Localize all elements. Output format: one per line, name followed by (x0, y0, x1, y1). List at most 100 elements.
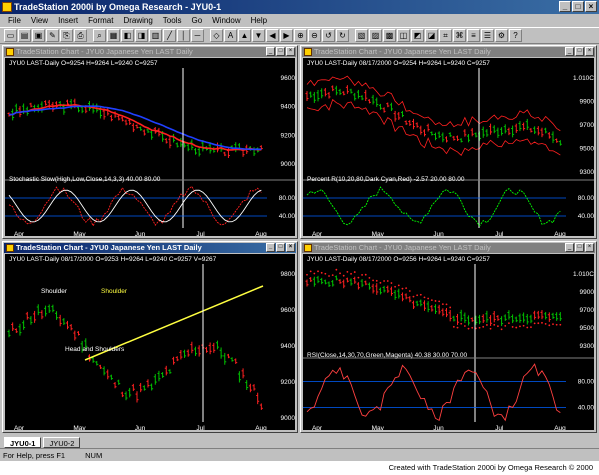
split-left-icon[interactable]: ◧ (121, 29, 134, 42)
menu-file[interactable]: File (3, 14, 26, 27)
parabolic-sar-dot (500, 328, 503, 331)
menu-format[interactable]: Format (83, 14, 118, 27)
arrow-up-icon[interactable]: ▲ (238, 29, 251, 42)
grid-icon[interactable]: ▦ (107, 29, 120, 42)
chart-window-title-text: TradeStation Chart - JYU0 Japanese Yen L… (314, 47, 491, 56)
menu-insert[interactable]: Insert (53, 14, 83, 27)
find-icon[interactable]: ⌕ (93, 29, 106, 42)
zoom-out-icon[interactable]: ⊖ (308, 29, 321, 42)
menu-help[interactable]: Help (246, 14, 272, 27)
price-chart-area[interactable]: 1.010C 9900 9700 9500 9300 80.00 40.00 Apr May Ju… (303, 58, 594, 236)
parabolic-sar-dot (342, 274, 345, 277)
chart-window-title[interactable]: TradeStation Chart - JYU0 Japanese Yen L… (4, 47, 296, 57)
text-icon[interactable]: A (224, 29, 237, 42)
window-close-button[interactable]: × (286, 47, 295, 56)
help-icon[interactable]: ? (509, 29, 522, 42)
window-minimize-button[interactable]: _ (565, 47, 574, 56)
command-icon[interactable]: ⌘ (453, 29, 466, 42)
window-minimize-button[interactable]: _ (565, 243, 574, 252)
trendline-icon[interactable]: ╱ (163, 29, 176, 42)
indicator-label: Stochastic Slow(High,Low,Close,14,3,3) 4… (9, 176, 161, 183)
tab-jyu0-2[interactable]: JYU0-2 (43, 437, 81, 448)
window-maximize-button[interactable]: □ (575, 243, 584, 252)
close-button[interactable]: × (585, 1, 597, 12)
workspace-tabs: JYU0-1 JYU0-2 (0, 434, 599, 448)
axis-label: 9900 (580, 99, 594, 106)
cascade-icon[interactable]: ◪ (425, 29, 438, 42)
minimize-button[interactable]: _ (559, 1, 571, 12)
arrow-left-icon[interactable]: ◀ (266, 29, 279, 42)
parabolic-sar-dot (339, 272, 341, 275)
chart-window-stochastic[interactable]: TradeStation Chart - JYU0 Japanese Yen L… (2, 45, 298, 239)
split-right-icon[interactable]: ◨ (135, 29, 148, 42)
toolbar: ▭ ▤ ▣ ✎ ⎘ ⎙ ⌕ ▦ ◧ ◨ ▥ ╱ │ ─ ◇ A ▲ ▼ ◀ ▶ ⊕ ⊖ ↺ ↻ ▧ ▨ ▩ ◫ ◩ ◪ ⌗ ⌘ ≡ ☰ ⚙? (0, 27, 599, 44)
print-icon[interactable]: ✎ (46, 29, 59, 42)
undo-icon[interactable]: ↺ (322, 29, 335, 42)
menu-icon[interactable]: ≡ (467, 29, 480, 42)
copy-icon[interactable]: ⎘ (60, 29, 73, 42)
fill-icon[interactable]: ▨ (369, 29, 382, 42)
bars-icon[interactable]: ▥ (149, 29, 162, 42)
window-close-button[interactable]: × (585, 47, 594, 56)
horizontal-line-icon[interactable]: ─ (191, 29, 204, 42)
price-header: JYU0 LAST-Daily 08/17/2000 O=9254 H=9264… (307, 60, 490, 67)
price-chart-area[interactable]: 9600 9400 9200 9000 80.00 40.00 Apr May Jun Jul Au… (5, 58, 295, 236)
chart-window-title[interactable]: TradeStation Chart - JYU0 Japanese Yen L… (4, 243, 296, 253)
parabolic-sar-dot (419, 293, 422, 296)
tile-icon[interactable]: ◩ (411, 29, 424, 42)
pattern-icon[interactable]: ▧ (355, 29, 368, 42)
menu-view[interactable]: View (26, 14, 53, 27)
tab-jyu0-1[interactable]: JYU0-1 (4, 437, 42, 448)
list-icon[interactable]: ☰ (481, 29, 494, 42)
window-minimize-button[interactable]: _ (266, 243, 275, 252)
window-close-button[interactable]: × (286, 243, 295, 252)
window-icon[interactable]: ◫ (397, 29, 410, 42)
settings-icon[interactable]: ⚙ (495, 29, 508, 42)
hash-icon[interactable]: ⌗ (439, 29, 452, 42)
paste-icon[interactable]: ⎙ (74, 29, 87, 42)
chart-window-rsi[interactable]: TradeStation Chart - JYU0 Japanese Yen L… (300, 241, 597, 433)
date-label: May (73, 425, 86, 430)
maximize-button[interactable]: □ (572, 1, 584, 12)
vertical-line-icon[interactable]: │ (177, 29, 190, 42)
parabolic-sar-dot (364, 273, 367, 276)
chart-window-title[interactable]: TradeStation Chart - JYU0 Japanese Yen L… (302, 47, 595, 57)
new-icon[interactable]: ▭ (4, 29, 17, 42)
right-shoulder-label: Shoulder (101, 288, 128, 295)
parabolic-sar-dot (317, 270, 319, 273)
moving-average-slow (8, 105, 262, 151)
parabolic-sar-dot (324, 272, 327, 275)
arrow-right-icon[interactable]: ▶ (280, 29, 293, 42)
chart-window-title[interactable]: TradeStation Chart - JYU0 Japanese Yen L… (302, 243, 595, 253)
chart-window-head-and-shoulders[interactable]: TradeStation Chart - JYU0 Japanese Yen L… (2, 241, 298, 433)
save-icon[interactable]: ▣ (32, 29, 45, 42)
chart-svg: 9800 9600 9400 9200 9000 Apr May Jun Jul Aug (7, 264, 295, 430)
arrow-down-icon[interactable]: ▼ (252, 29, 265, 42)
moving-average-fast (8, 103, 262, 151)
window-maximize-button[interactable]: □ (276, 243, 285, 252)
parabolic-sar-dot (530, 326, 532, 329)
price-chart-area[interactable]: 1.010C 9900 9700 9500 9300 80.00 40.00 Apr May Ju… (303, 254, 594, 430)
axis-label: 1.010C (573, 271, 594, 278)
chart-window-icon (6, 48, 14, 56)
window-minimize-button[interactable]: _ (266, 47, 275, 56)
menu-window[interactable]: Window (207, 14, 245, 27)
menu-drawing[interactable]: Drawing (118, 14, 157, 27)
open-icon[interactable]: ▤ (18, 29, 31, 42)
chart-window-percent-r[interactable]: TradeStation Chart - JYU0 Japanese Yen L… (300, 45, 597, 239)
chart-svg: 1.010C 9900 9700 9500 9300 80.00 40.00 Apr May Ju… (303, 68, 594, 236)
menu-go[interactable]: Go (186, 14, 207, 27)
window-maximize-button[interactable]: □ (575, 47, 584, 56)
zoom-in-icon[interactable]: ⊕ (294, 29, 307, 42)
price-chart-area[interactable]: 9800 9600 9400 9200 9000 Apr May Jun Jul Aug JYU0… (5, 254, 295, 430)
parabolic-sar-dot (328, 275, 330, 277)
window-close-button[interactable]: × (585, 243, 594, 252)
window-maximize-button[interactable]: □ (276, 47, 285, 56)
indicator-line (306, 186, 561, 227)
diamond-icon[interactable]: ◇ (210, 29, 223, 42)
solid-icon[interactable]: ▩ (383, 29, 396, 42)
menu-tools[interactable]: Tools (158, 14, 187, 27)
parabolic-sar-dot (544, 323, 547, 325)
status-bar: For Help, press F1 NUM (0, 448, 599, 461)
redo-icon[interactable]: ↻ (336, 29, 349, 42)
